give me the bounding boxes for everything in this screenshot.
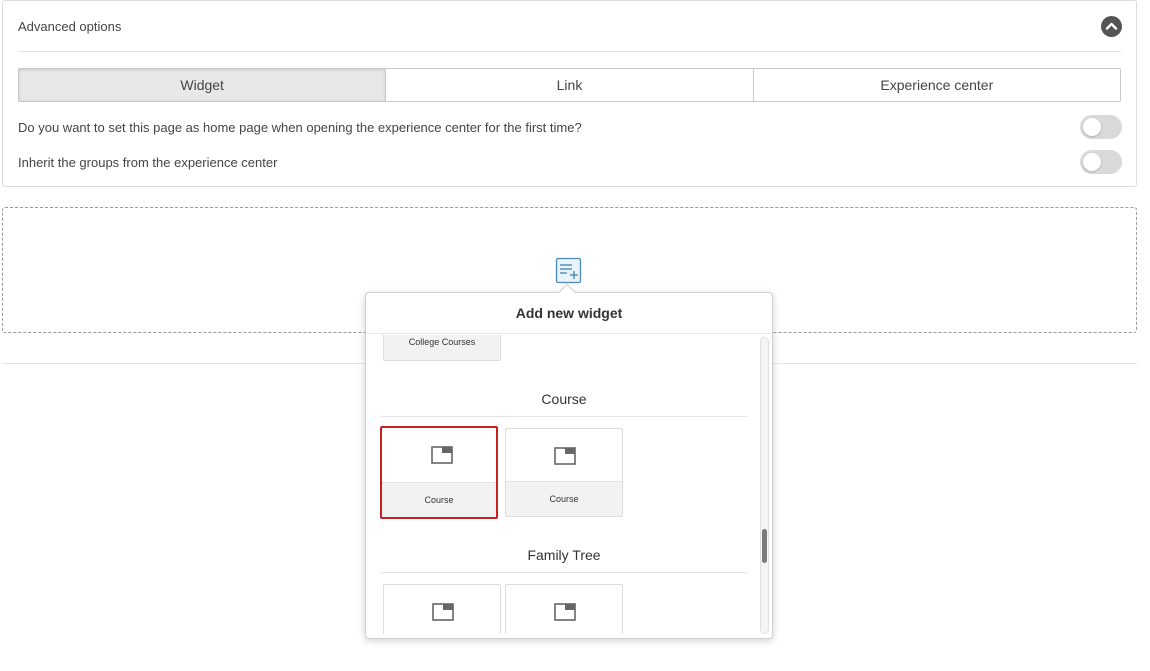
section-divider (381, 416, 747, 417)
add-widget-icon[interactable] (555, 257, 582, 284)
home-page-option: Do you want to set this page as home pag… (18, 115, 1122, 139)
panel-title: Advanced options (18, 19, 122, 34)
home-page-option-label: Do you want to set this page as home pag… (18, 119, 582, 135)
inherit-groups-option-label: Inherit the groups from the experience c… (18, 154, 278, 170)
scroll-thumb[interactable] (762, 529, 767, 563)
widget-tile-label: College Courses (384, 335, 500, 360)
inherit-groups-option: Inherit the groups from the experience c… (18, 150, 1122, 174)
widget-icon (554, 603, 576, 621)
widget-tile-course-2[interactable]: Course (505, 428, 623, 517)
divider (18, 51, 1121, 52)
popup-scrollbar[interactable] (760, 337, 769, 634)
widget-tile-family-tree-1[interactable] (383, 584, 501, 634)
widget-icon (554, 447, 576, 465)
add-widget-popup: Add new widget College Courses Course Co… (365, 283, 773, 639)
advanced-options-panel: Advanced options Widget Link Experience … (2, 0, 1137, 187)
widget-tile-family-tree-2[interactable] (505, 584, 623, 634)
tab-link[interactable]: Link (385, 69, 753, 101)
widget-icon (431, 446, 453, 464)
popup-title: Add new widget (366, 293, 772, 334)
inherit-groups-toggle[interactable] (1080, 150, 1122, 174)
section-divider (381, 572, 747, 573)
widget-list: College Courses Course Course Course Fam… (366, 335, 772, 634)
chevron-up-icon[interactable] (1101, 16, 1122, 37)
tab-widget[interactable]: Widget (19, 69, 386, 101)
tab-experience-center[interactable]: Experience center (752, 69, 1120, 101)
widget-icon (432, 603, 454, 621)
widget-tile-label: Course (506, 481, 622, 516)
toggle-knob (1083, 153, 1101, 171)
toggle-knob (1083, 118, 1101, 136)
section-title-course: Course (541, 391, 587, 407)
widget-tile-college-courses[interactable]: College Courses (383, 335, 501, 361)
link-type-tabs: Widget Link Experience center (18, 68, 1121, 102)
widget-tile-label: Course (382, 482, 496, 517)
home-page-toggle[interactable] (1080, 115, 1122, 139)
section-title-family-tree: Family Tree (527, 547, 601, 563)
widget-tile-course-1[interactable]: Course (380, 426, 498, 519)
